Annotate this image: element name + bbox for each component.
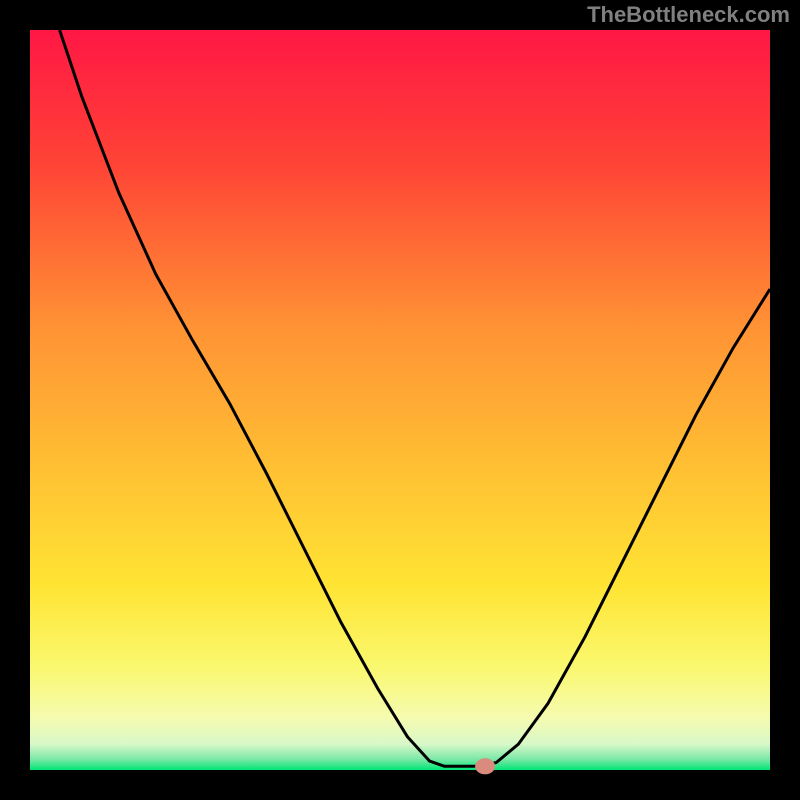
chart-svg (0, 0, 800, 800)
bottleneck-chart: TheBottleneck.com (0, 0, 800, 800)
watermark-text: TheBottleneck.com (587, 2, 790, 28)
optimal-marker (475, 758, 495, 774)
gradient-background (30, 30, 770, 770)
